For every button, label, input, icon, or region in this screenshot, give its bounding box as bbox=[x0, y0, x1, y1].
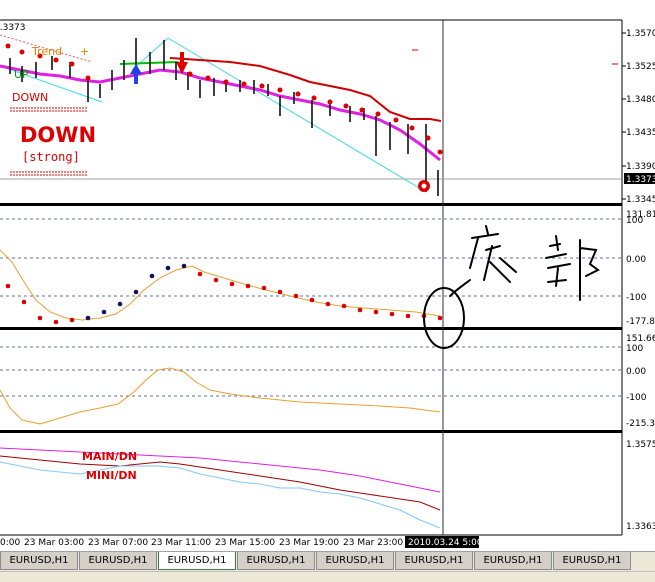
sub3-tick: 1.3363 bbox=[626, 522, 655, 532]
trend-plus: + bbox=[80, 45, 89, 58]
price-tick: 1.3570 bbox=[626, 29, 655, 39]
price-tick: 1.3390 bbox=[626, 162, 655, 172]
chart-tab[interactable]: EURUSD,H1 bbox=[79, 552, 157, 570]
chart-tab[interactable]: EURUSD,H1 bbox=[474, 552, 552, 570]
osc2-tick: 151.66 bbox=[626, 334, 655, 344]
pane-separator-2[interactable] bbox=[0, 327, 622, 330]
osc2-tick: 100 bbox=[626, 344, 643, 354]
strength-label: [strong] bbox=[22, 150, 80, 164]
chart-window[interactable]: Trend + UP DOWN DOWN [strong] 1.3373 1.3… bbox=[0, 0, 655, 581]
trend-label: Trend bbox=[31, 45, 62, 58]
time-tick: 23 Mar 03:00 bbox=[24, 538, 84, 548]
down-big-label: DOWN bbox=[20, 123, 96, 147]
chart-tabs: EURUSD,H1 EURUSD,H1 EURUSD,H1 EURUSD,H1 … bbox=[0, 551, 655, 572]
status-bar bbox=[0, 571, 655, 582]
pane-separator-3[interactable] bbox=[0, 430, 622, 433]
time-tick: 23 Mar 19:00 bbox=[279, 538, 339, 548]
chart-tab[interactable]: EURUSD,H1 bbox=[0, 552, 78, 570]
price-tick: 1.3345 bbox=[626, 195, 655, 205]
chart-tab[interactable]: EURUSD,H1 bbox=[553, 552, 631, 570]
sub3-tick: 1.3575 bbox=[626, 440, 655, 450]
pane-separator-1[interactable] bbox=[0, 203, 622, 206]
time-tick: 0:00 bbox=[0, 538, 20, 548]
time-tick: 23 Mar 07:00 bbox=[88, 538, 148, 548]
osc2-tick: -100 bbox=[626, 393, 647, 403]
chart-tab-active[interactable]: EURUSD,H1 bbox=[158, 552, 236, 570]
up-label: UP bbox=[14, 68, 29, 81]
osc1-tick: -100 bbox=[626, 293, 647, 303]
main-label: MAIN/DN bbox=[82, 450, 137, 463]
symbol-price-label: 1.3373 bbox=[0, 23, 26, 33]
down-small-label: DOWN bbox=[12, 91, 48, 104]
osc2-tick: 0.00 bbox=[626, 367, 646, 377]
cursor-time-text: 2010.03.24 5:00 bbox=[408, 538, 483, 548]
chart-tab[interactable]: EURUSD,H1 bbox=[237, 552, 315, 570]
osc1-tick: 100 bbox=[626, 216, 643, 226]
time-tick: 23 Mar 15:00 bbox=[215, 538, 275, 548]
mini-label: MINI/DN bbox=[86, 469, 137, 482]
price-tick: 1.3480 bbox=[626, 95, 655, 105]
price-tick: 1.3435 bbox=[626, 128, 655, 138]
osc2-tick: -215.35 bbox=[626, 419, 655, 429]
chart-tab[interactable]: EURUSD,H1 bbox=[316, 552, 394, 570]
price-tick: 1.3525 bbox=[626, 62, 655, 72]
osc1-tick: -177.86 bbox=[626, 317, 655, 327]
time-tick: 23 Mar 23:00 bbox=[343, 538, 403, 548]
chart-tab[interactable]: EURUSD,H1 bbox=[395, 552, 473, 570]
current-price-text: 1.3373 bbox=[626, 175, 655, 185]
time-tick: 23 Mar 11:00 bbox=[151, 538, 211, 548]
osc1-tick: 0.00 bbox=[626, 255, 646, 265]
